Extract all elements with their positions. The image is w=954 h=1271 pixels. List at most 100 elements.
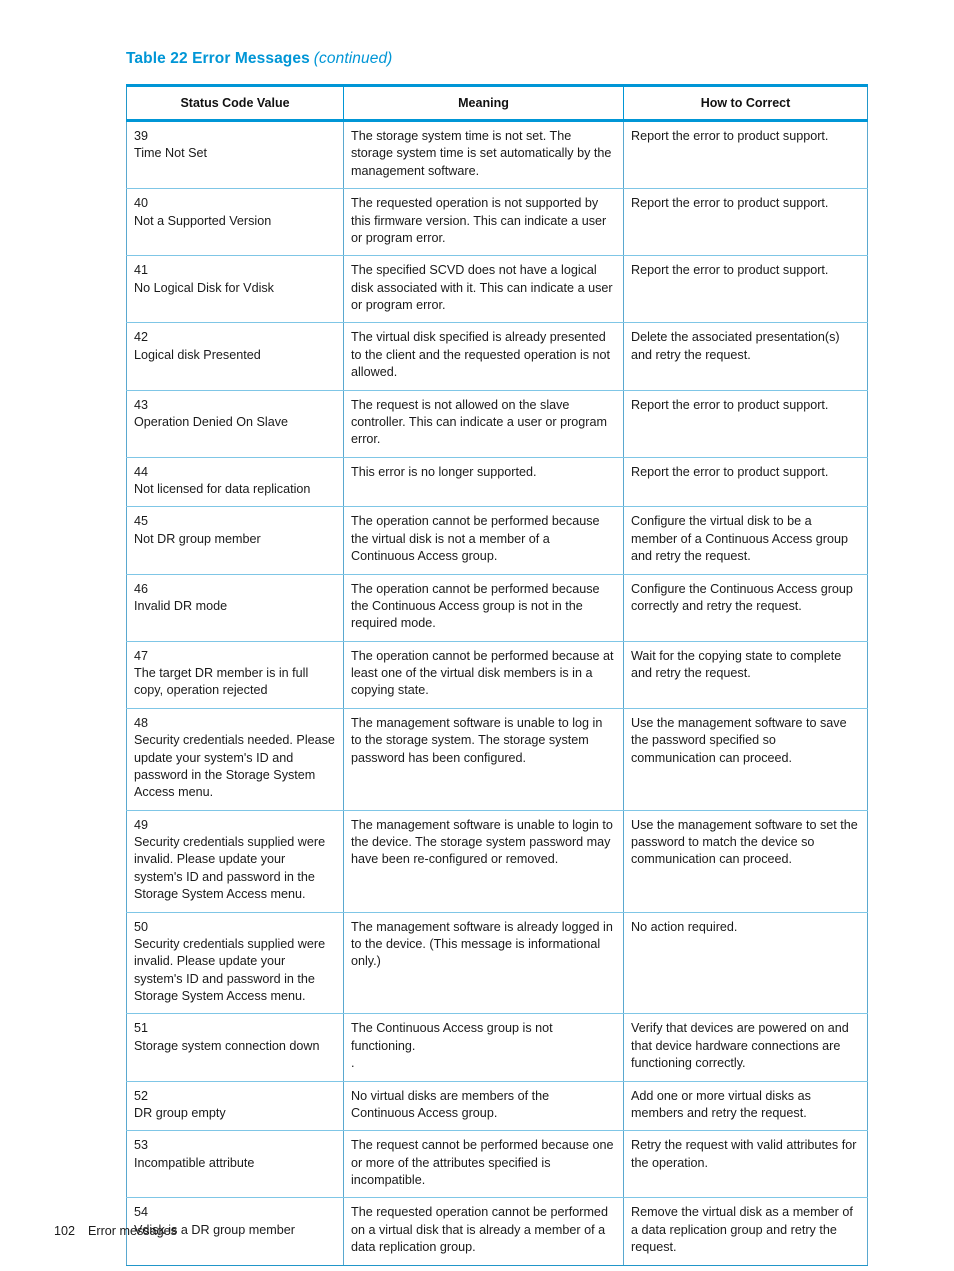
meaning-text: The operation cannot be performed becaus… [351, 648, 614, 698]
status-code-number: 52 [134, 1088, 149, 1103]
footer-page-number: 102 [54, 1224, 76, 1238]
status-code-number: 43 [134, 397, 149, 412]
table-row: 54 Vdisk is a DR group member The requeste… [126, 1197, 868, 1266]
cell-how-to-correct: Report the error to product support. [623, 120, 868, 190]
status-code-number: 49 [134, 817, 149, 832]
how-to-correct-text: Verify that devices are powered on and t… [631, 1021, 849, 1071]
table-row: 47 The target DR member is in full copy, … [126, 641, 868, 709]
how-to-correct-text: Retry the request with valid attributes … [631, 1138, 857, 1170]
cell-how-to-correct: Retry the request with valid attributes … [623, 1130, 868, 1199]
meaning-text: The request cannot be performed because … [351, 1138, 614, 1187]
status-code-number: 51 [134, 1021, 149, 1036]
cell-how-to-correct: Use the management software to save the … [623, 708, 868, 811]
status-code-name: Not a Supported Version [134, 213, 272, 228]
cell-status-code-value: 43 Operation Denied On Slave [126, 390, 344, 458]
status-code-name: Logical disk Presented [134, 347, 261, 362]
status-code-number: 47 [134, 648, 149, 663]
cell-status-code-value: 46 Invalid DR mode [126, 574, 344, 642]
meaning-text: The operation cannot be performed becaus… [351, 514, 600, 564]
meaning-text: The specified SCVD does not have a logic… [351, 263, 613, 312]
table-header: Status Code Value Meaning How to Correct [126, 84, 868, 122]
status-code-number: 50 [134, 919, 149, 934]
status-code-name: Security credentials supplied were inval… [134, 936, 326, 1003]
status-code-name: Operation Denied On Slave [134, 414, 289, 429]
cell-status-code-value: 42 Logical disk Presented [126, 322, 344, 391]
status-code-name: Not DR group member [134, 531, 261, 546]
meaning-text: The management software is unable to log… [351, 715, 603, 765]
table-row: 49 Security credentials supplied were inv… [126, 810, 868, 913]
how-to-correct-text: Add one or more virtual disks as members… [631, 1088, 811, 1120]
column-header-status-code-value: Status Code Value [126, 84, 344, 122]
meaning-text: The management software is already logge… [351, 919, 613, 969]
cell-how-to-correct: No action required. [623, 912, 868, 1015]
status-code-number: 46 [134, 581, 149, 596]
meaning-text: The request is not allowed on the slave … [351, 397, 607, 447]
cell-status-code-value: 47 The target DR member is in full copy, … [126, 641, 344, 709]
cell-how-to-correct: Use the management software to set the p… [623, 810, 868, 913]
cell-meaning: The operation cannot be performed becaus… [343, 641, 624, 709]
cell-how-to-correct: Wait for the copying state to complete a… [623, 641, 868, 709]
cell-meaning: The specified SCVD does not have a logic… [343, 255, 624, 324]
cell-how-to-correct: Configure the virtual disk to be a membe… [623, 506, 868, 575]
status-code-name: The target DR member is in full copy, op… [134, 666, 309, 698]
meaning-text: The requested operation is not supported… [351, 196, 607, 245]
status-code-number: 48 [134, 715, 149, 730]
how-to-correct-text: No action required. [631, 919, 738, 934]
cell-status-code-value: 52 DR group empty [126, 1081, 344, 1132]
how-to-correct-text: Report the error to product support. [631, 196, 829, 211]
column-header-how-to-correct: How to Correct [623, 84, 868, 122]
cell-meaning: The management software is unable to log… [343, 810, 624, 913]
how-to-correct-text: Wait for the copying state to complete a… [631, 648, 842, 680]
cell-meaning: No virtual disks are members of the Cont… [343, 1081, 624, 1132]
table-row: 40 Not a Supported Version The requested o… [126, 188, 868, 257]
page-footer: 102 Error messages [54, 1224, 177, 1238]
cell-meaning: The virtual disk specified is already pr… [343, 322, 624, 391]
status-code-name: Not licensed for data replication [134, 482, 311, 496]
meaning-text: The requested operation cannot be perfor… [351, 1205, 608, 1255]
status-code-name: Time Not Set [134, 146, 208, 161]
table-row: 44 Not licensed for data replication This … [126, 457, 868, 508]
table-row: 43 Operation Denied On Slave The request i… [126, 390, 868, 458]
cell-how-to-correct: Report the error to product support. [623, 255, 868, 324]
cell-meaning: The management software is unable to log… [343, 708, 624, 811]
status-code-number: 39 [134, 129, 149, 143]
document-page: Table 22 Error Messages (continued) Statu… [0, 0, 954, 1271]
meaning-text: The virtual disk specified is already pr… [351, 330, 611, 380]
how-to-correct-text: Report the error to product support. [631, 129, 829, 143]
table-header-row: Status Code Value Meaning How to Correct [126, 84, 868, 122]
table-row: 46 Invalid DR mode The operation cannot be… [126, 574, 868, 642]
cell-status-code-value: 51 Storage system connection down [126, 1013, 344, 1082]
cell-how-to-correct: Remove the virtual disk as a member of a… [623, 1197, 868, 1266]
cell-meaning: The storage system time is not set. The … [343, 120, 624, 190]
status-code-name: Security credentials supplied were inval… [134, 835, 326, 902]
status-code-name: Storage system connection down [134, 1038, 320, 1053]
table-body: 39 Time Not Set The storage system time is… [126, 120, 868, 1266]
error-messages-table: Status Code Value Meaning How to Correct… [126, 84, 868, 1266]
meaning-text: The Continuous Access group is not funct… [351, 1021, 553, 1071]
status-code-name: Incompatible attribute [134, 1155, 255, 1170]
cell-how-to-correct: Add one or more virtual disks as members… [623, 1081, 868, 1132]
status-code-number: 42 [134, 330, 149, 345]
cell-status-code-value: 53 Incompatible attribute [126, 1130, 344, 1199]
table-caption: Table 22 Error Messages (continued) [126, 50, 392, 68]
cell-status-code-value: 50 Security credentials supplied were inv… [126, 912, 344, 1015]
table-row: 52 DR group empty No virtual disks are mem… [126, 1081, 868, 1132]
status-code-number: 40 [134, 196, 149, 211]
meaning-text: This error is no longer supported. [351, 464, 537, 479]
cell-status-code-value: 44 Not licensed for data replication [126, 457, 344, 508]
cell-how-to-correct: Configure the Continuous Access group co… [623, 574, 868, 642]
how-to-correct-text: Delete the associated presentation(s) an… [631, 330, 840, 362]
cell-status-code-value: 45 Not DR group member [126, 506, 344, 575]
how-to-correct-text: Report the error to product support. [631, 263, 829, 278]
how-to-correct-text: Configure the Continuous Access group co… [631, 581, 853, 613]
table-row: 45 Not DR group member The operation canno… [126, 506, 868, 575]
table-row: 42 Logical disk Presented The virtual disk… [126, 322, 868, 391]
meaning-text: The management software is unable to log… [351, 817, 613, 867]
cell-meaning: The requested operation is not supported… [343, 188, 624, 257]
table-caption-continued: (continued) [313, 50, 393, 67]
cell-how-to-correct: Verify that devices are powered on and t… [623, 1013, 868, 1082]
status-code-number: 54 [134, 1205, 149, 1220]
status-code-number: 53 [134, 1138, 149, 1153]
cell-meaning: The operation cannot be performed becaus… [343, 574, 624, 642]
status-code-name: Security credentials needed. Please upda… [134, 733, 335, 800]
